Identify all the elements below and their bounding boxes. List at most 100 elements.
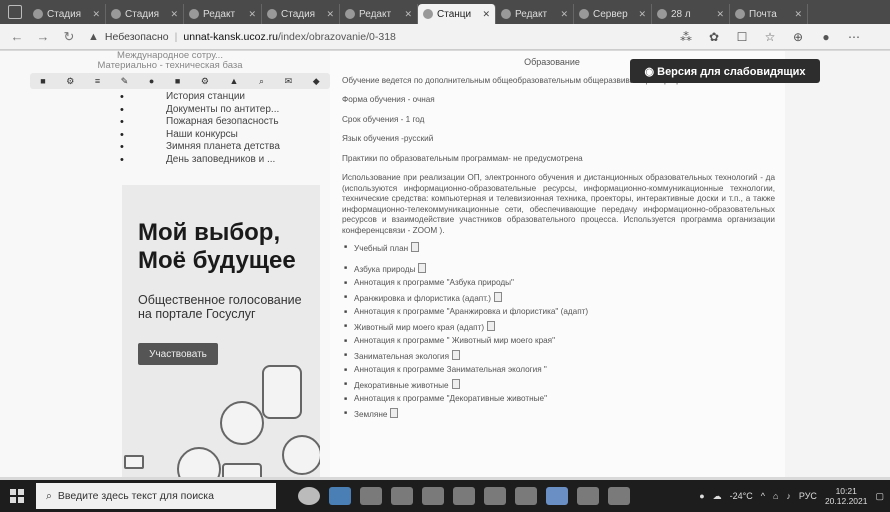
browser-tab[interactable]: Почта ✕: [730, 4, 808, 24]
browser-tab[interactable]: Редакт ✕: [340, 4, 418, 24]
app-icon[interactable]: [453, 487, 475, 505]
program-document-item[interactable]: Земляне: [342, 407, 775, 421]
program-document-item[interactable]: Животный мир моего края (адапт): [342, 320, 775, 334]
close-icon[interactable]: ✕: [560, 9, 568, 20]
program-document-link[interactable]: Аннотация к программе Занимательная экол…: [354, 365, 547, 374]
app-icon[interactable]: [515, 487, 537, 505]
close-icon[interactable]: ✕: [248, 9, 256, 20]
toolbar-icon[interactable]: ◆: [313, 76, 320, 87]
url-field[interactable]: ▲ Небезопасно | unnat-kansk.ucoz.ru/inde…: [88, 31, 668, 43]
profile-icon[interactable]: ●: [820, 30, 832, 44]
document-download-icon[interactable]: [390, 407, 399, 418]
close-icon[interactable]: ✕: [92, 9, 100, 20]
program-document-link[interactable]: Аранжировка и флористика (адапт.): [354, 294, 491, 303]
toolbar-icon[interactable]: ≡: [95, 76, 100, 86]
sidebar-menu-item[interactable]: История станции: [120, 91, 320, 104]
chevron-up-icon[interactable]: ^: [761, 491, 765, 501]
close-icon[interactable]: ✕: [638, 9, 646, 20]
program-document-item[interactable]: Азбука природы: [342, 262, 775, 276]
program-document-link[interactable]: Занимательная экология: [354, 352, 449, 361]
document-download-icon[interactable]: [411, 242, 420, 252]
translate-icon[interactable]: ⁂: [680, 30, 692, 44]
toolbar-icon[interactable]: ⌕: [259, 76, 264, 87]
collections-icon[interactable]: ⊕: [792, 30, 804, 44]
program-document-item[interactable]: Аннотация к программе "Декоративные живо…: [342, 394, 775, 405]
edge-browser-icon[interactable]: [329, 487, 351, 505]
favorite-star-icon[interactable]: ☆: [764, 30, 776, 44]
program-document-link[interactable]: Аннотация к программе " Животный мир мое…: [354, 336, 555, 345]
weather-temp[interactable]: -24°C: [730, 491, 753, 501]
word-icon[interactable]: [546, 487, 568, 505]
cortana-icon[interactable]: [298, 487, 320, 505]
low-vision-version-button[interactable]: ◉ Версия для слабовидящих: [630, 59, 820, 83]
toolbar-icon[interactable]: ⚙: [201, 76, 209, 87]
close-icon[interactable]: ✕: [170, 9, 178, 20]
program-document-link[interactable]: Аннотация к программе "Аранжировка и фло…: [354, 307, 588, 316]
reload-icon[interactable]: ↻: [62, 29, 76, 45]
toolbar-icon[interactable]: ✎: [121, 76, 129, 87]
close-icon[interactable]: ✕: [404, 9, 412, 20]
program-document-link[interactable]: Земляне: [354, 410, 387, 419]
program-document-item[interactable]: Декоративные животные: [342, 378, 775, 392]
back-icon[interactable]: ←: [10, 29, 24, 44]
program-document-link[interactable]: Животный мир моего края (адапт): [354, 323, 484, 332]
program-document-link[interactable]: Аннотация к программе "Азбука природы": [354, 278, 514, 287]
notifications-icon[interactable]: ▢: [875, 491, 884, 502]
browser-tab[interactable]: Стадия ✕: [106, 4, 184, 24]
browser-tab[interactable]: Сервер ✕: [574, 4, 652, 24]
browser-tab[interactable]: 28 л ✕: [652, 4, 730, 24]
taskbar-search-box[interactable]: ⌕ Введите здесь текст для поиска: [36, 483, 276, 509]
app-icon[interactable]: [422, 487, 444, 505]
browser-tab[interactable]: Редакт ✕: [496, 4, 574, 24]
program-document-item[interactable]: Аннотация к программе "Аранжировка и фло…: [342, 307, 775, 318]
program-document-link[interactable]: Декоративные животные: [354, 381, 449, 390]
clock[interactable]: 10:21 20.12.2021: [825, 486, 868, 506]
app-icon[interactable]: [577, 487, 599, 505]
language-indicator[interactable]: РУС: [799, 491, 817, 501]
windows-start-icon[interactable]: [10, 489, 24, 503]
browser-tab[interactable]: Стадия ✕: [262, 4, 340, 24]
program-document-link[interactable]: Учебный план: [354, 244, 408, 253]
program-document-link[interactable]: Аннотация к программе "Декоративные живо…: [354, 394, 547, 403]
toolbar-icon[interactable]: ■: [175, 76, 180, 86]
sidebar-menu-item[interactable]: Пожарная безопасность: [120, 116, 320, 129]
browser-tab[interactable]: Редакт ✕: [184, 4, 262, 24]
gosuslugi-vote-banner[interactable]: Мой выбор, Моё будущее Общественное голо…: [122, 185, 320, 477]
document-download-icon[interactable]: [487, 320, 496, 331]
program-document-item[interactable]: Занимательная экология: [342, 349, 775, 363]
extension-icon[interactable]: ✿: [708, 30, 720, 44]
document-download-icon[interactable]: [451, 378, 460, 389]
document-download-icon[interactable]: [418, 262, 427, 273]
window-menu-icon[interactable]: [8, 5, 22, 19]
program-document-item[interactable]: Аннотация к программе "Азбука природы": [342, 278, 775, 289]
document-download-icon[interactable]: [452, 349, 461, 360]
forward-icon[interactable]: →: [36, 29, 50, 44]
photos-icon[interactable]: [608, 487, 630, 505]
browser-tab[interactable]: Станци ✕: [418, 4, 496, 24]
tray-app-icon[interactable]: ●: [699, 491, 704, 501]
volume-icon[interactable]: ♪: [786, 491, 791, 501]
reading-icon[interactable]: ☐: [736, 30, 748, 44]
network-icon[interactable]: ⌂: [773, 491, 778, 501]
sidebar-menu-item[interactable]: Документы по антитер...: [120, 104, 320, 117]
close-icon[interactable]: ✕: [482, 9, 490, 20]
document-download-icon[interactable]: [494, 291, 503, 302]
toolbar-icon[interactable]: ■: [40, 76, 45, 86]
program-document-link[interactable]: Азбука природы: [354, 265, 415, 274]
sidebar-menu-item[interactable]: Зимняя планета детства: [120, 141, 320, 154]
toolbar-icon[interactable]: ⚙: [66, 76, 74, 87]
program-document-item[interactable]: Учебный план: [342, 242, 775, 255]
sidebar-menu-item[interactable]: Наши конкурсы: [120, 129, 320, 142]
participate-button[interactable]: Участвовать: [138, 343, 218, 365]
close-icon[interactable]: ✕: [326, 9, 334, 20]
toolbar-icon[interactable]: ●: [149, 76, 154, 86]
sidebar-menu-item[interactable]: День заповедников и ...: [120, 154, 320, 167]
store-icon[interactable]: [391, 487, 413, 505]
program-document-item[interactable]: Аннотация к программе " Животный мир мое…: [342, 336, 775, 347]
file-explorer-icon[interactable]: [360, 487, 382, 505]
powerpoint-icon[interactable]: [484, 487, 506, 505]
program-document-item[interactable]: Аранжировка и флористика (адапт.): [342, 291, 775, 305]
toolbar-icon[interactable]: ▲: [230, 76, 239, 86]
browser-tab[interactable]: Стадия ✕: [28, 4, 106, 24]
weather-icon[interactable]: ☁: [713, 491, 722, 502]
